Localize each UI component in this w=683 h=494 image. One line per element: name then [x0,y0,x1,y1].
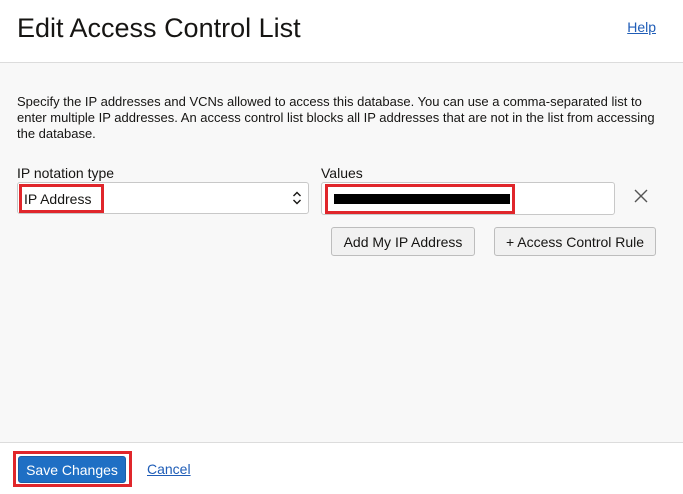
ip-notation-select[interactable]: IP Address [17,182,309,214]
dialog-header: Edit Access Control List Help [0,0,683,63]
chevron-up-down-icon [292,190,302,211]
redacted-values-text [334,194,510,204]
add-my-ip-button[interactable]: Add My IP Address [331,227,475,256]
ip-notation-selected-value: IP Address [24,191,92,207]
values-input[interactable] [321,182,615,215]
save-button[interactable]: Save Changes [18,456,126,483]
close-icon[interactable] [631,186,651,206]
cancel-link[interactable]: Cancel [147,461,191,477]
help-link[interactable]: Help [627,19,656,35]
description-text: Specify the IP addresses and VCNs allowe… [17,94,655,141]
add-access-control-rule-button[interactable]: + Access Control Rule [494,227,656,256]
values-label: Values [321,165,363,181]
ip-notation-label: IP notation type [17,165,115,181]
page-title: Edit Access Control List [17,13,301,43]
